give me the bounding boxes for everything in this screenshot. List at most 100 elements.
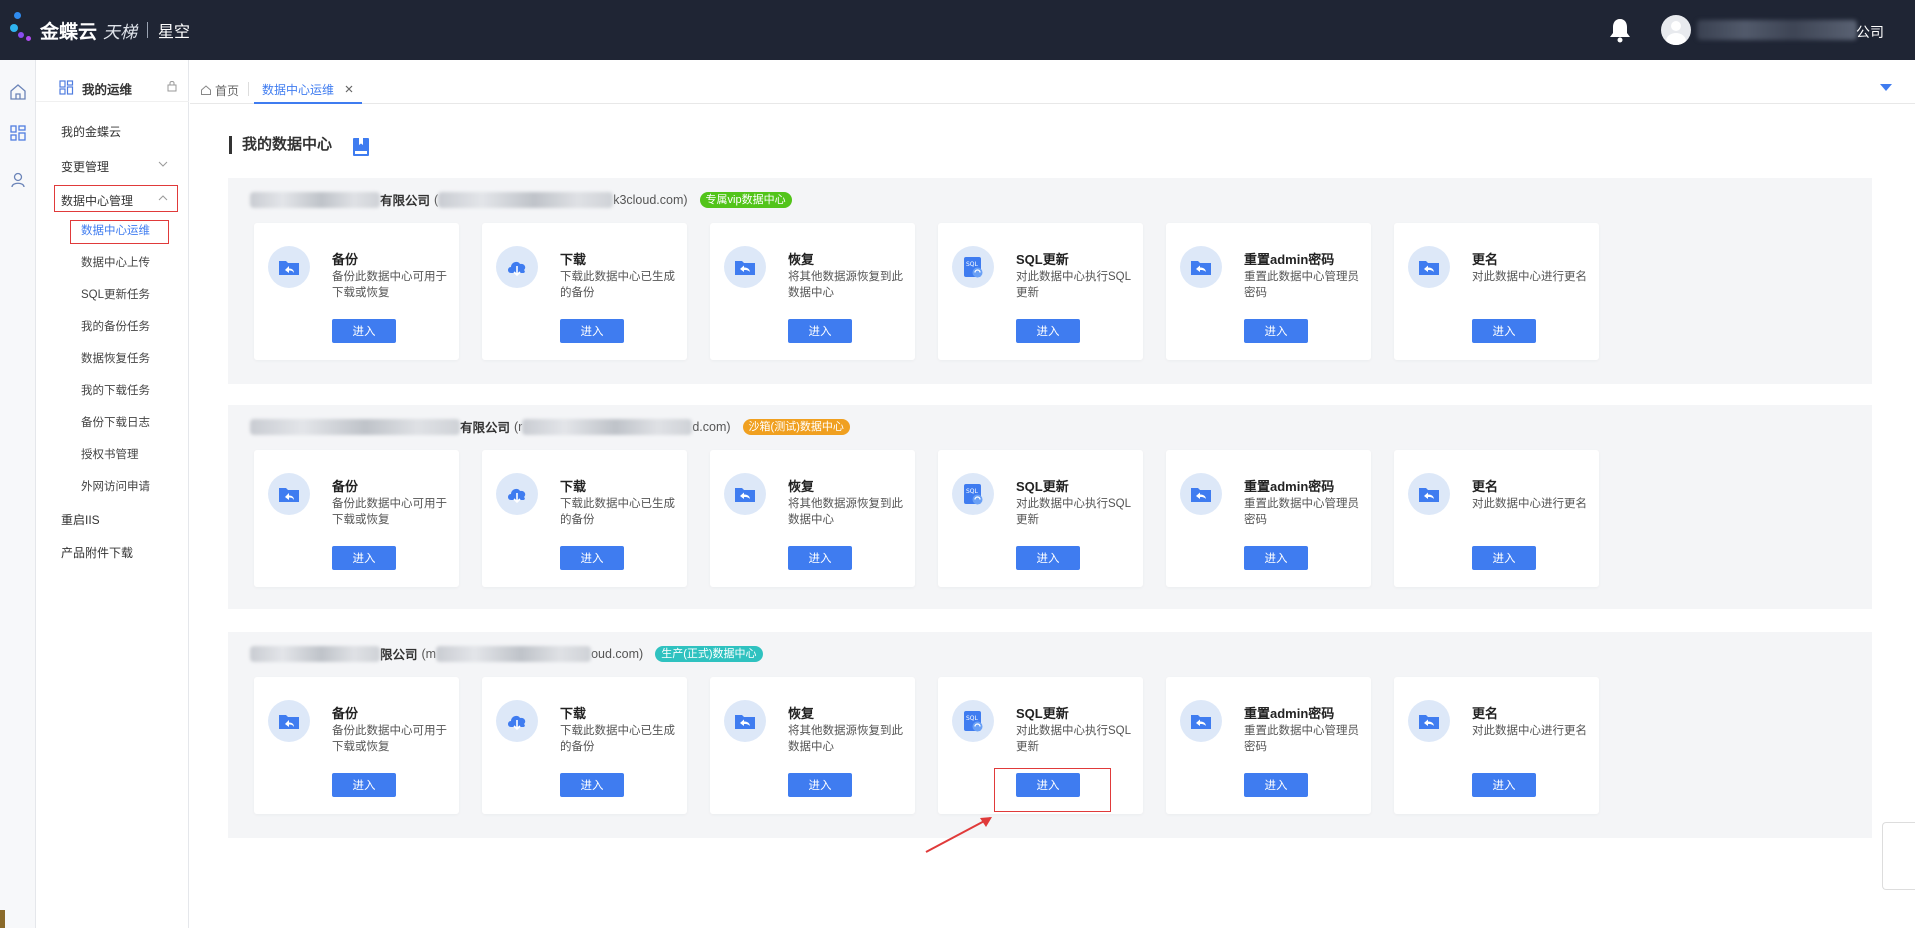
sidebar-subitem-restore-tasks[interactable]: 数据恢复任务 bbox=[81, 350, 150, 366]
datacenter-type-badge: 沙箱(测试)数据中心 bbox=[742, 418, 850, 435]
card-description: 对此数据中心进行更名 bbox=[1472, 271, 1587, 283]
card-backup: 备份 备份此数据中心可用于下载或恢复 进入 bbox=[254, 450, 459, 587]
sidebar-subitem-license-mgmt[interactable]: 授权书管理 bbox=[81, 446, 139, 462]
folder-backup-icon bbox=[268, 700, 310, 742]
sidebar-item-product-downloads[interactable]: 产品附件下载 bbox=[61, 544, 133, 561]
lock-icon[interactable] bbox=[167, 80, 177, 92]
tab-home[interactable]: 首页 bbox=[200, 76, 239, 104]
card-description: 重置此数据中心管理员密码 bbox=[1244, 725, 1359, 753]
sidebar-item-restart-iis[interactable]: 重启IIS bbox=[61, 511, 100, 528]
card-description: 重置此数据中心管理员密码 bbox=[1244, 271, 1359, 299]
datacenter-header: 有限公司 (r d.com) 沙箱(测试)数据中心 bbox=[250, 417, 850, 436]
apps-grid-icon[interactable] bbox=[8, 123, 28, 143]
tabs-dropdown-icon[interactable] bbox=[1880, 84, 1892, 91]
user-icon[interactable] bbox=[8, 170, 28, 190]
sql-update-icon: SQL bbox=[952, 700, 994, 742]
card-title: SQL更新 bbox=[1016, 706, 1069, 721]
sidebar-header: 我的运维 bbox=[36, 60, 189, 102]
sidebar-subitem-backup-download-log[interactable]: 备份下载日志 bbox=[81, 414, 150, 430]
enter-button-reset-admin[interactable]: 进入 bbox=[1244, 773, 1308, 797]
enter-button-download[interactable]: 进入 bbox=[560, 773, 624, 797]
card-description: 将其他数据源恢复到此数据中心 bbox=[788, 725, 903, 753]
card-rename: 更名对此数据中心进行更名进入 bbox=[1394, 223, 1599, 360]
bell-icon[interactable] bbox=[1606, 16, 1634, 44]
book-icon[interactable] bbox=[351, 137, 371, 157]
close-icon[interactable] bbox=[344, 84, 354, 94]
brand-subname: 天梯 bbox=[103, 22, 138, 42]
cloud-download-icon bbox=[496, 473, 538, 515]
datacenter-url-tail: oud.com) bbox=[591, 646, 644, 661]
folder-restore-icon bbox=[724, 473, 766, 515]
datacenter-header: 限公司 (m oud.com) 生产(正式)数据中心 bbox=[250, 644, 763, 663]
sidebar-subitem-datacenter-upload[interactable]: 数据中心上传 bbox=[81, 254, 150, 270]
card-title: SQL更新 bbox=[1016, 252, 1069, 267]
icon-rail bbox=[0, 60, 36, 928]
card-title: 恢复 bbox=[788, 252, 815, 267]
datacenter-url-redacted bbox=[438, 191, 614, 208]
card-backup: 备份 备份此数据中心可用于下载或恢复 进入 bbox=[254, 677, 459, 814]
card-reset-admin: 重置admin密码 重置此数据中心管理员密码 进入 bbox=[1166, 450, 1371, 587]
chevron-down-icon[interactable] bbox=[158, 161, 168, 167]
folder-backup-icon bbox=[268, 246, 310, 288]
card-description: 对此数据中心执行SQL更新 bbox=[1016, 725, 1132, 753]
enter-button-backup[interactable]: 进入 bbox=[332, 546, 396, 570]
datacenter-name-redacted bbox=[250, 645, 380, 662]
card-sql-update: SQL SQL更新对此数据中心执行SQL更新进入 bbox=[938, 223, 1143, 360]
enter-button-restore[interactable]: 进入 bbox=[788, 319, 852, 343]
enter-button-sql-update[interactable]: 进入 bbox=[1016, 546, 1080, 570]
datacenter-name-tail: 限公司 bbox=[380, 648, 418, 662]
card-description: 备份此数据中心可用于下载或恢复 bbox=[332, 271, 447, 299]
svg-text:SQL: SQL bbox=[966, 261, 979, 268]
card-title: 恢复 bbox=[788, 706, 815, 721]
enter-button-rename[interactable]: 进入 bbox=[1472, 546, 1536, 570]
enter-button-reset-admin[interactable]: 进入 bbox=[1244, 319, 1308, 343]
brand-name: 金蝶云 bbox=[40, 21, 98, 43]
tab-bar: 首页 数据中心运维 bbox=[190, 70, 1915, 104]
tab-datacenter-ops[interactable]: 数据中心运维 bbox=[254, 76, 363, 104]
enter-button-restore[interactable]: 进入 bbox=[788, 773, 852, 797]
sidebar-title: 我的运维 bbox=[82, 83, 133, 97]
svg-text:SQL: SQL bbox=[966, 488, 979, 495]
sidebar: 我的运维 我的金蝶云 变更管理 数据中心管理 数据中心运维 数据中心上传 SQL… bbox=[36, 60, 189, 928]
datacenter-name-tail: 有限公司 bbox=[460, 421, 511, 435]
card-title: 更名 bbox=[1472, 252, 1499, 267]
enter-button-rename[interactable]: 进入 bbox=[1472, 319, 1536, 343]
card-title: 下载 bbox=[560, 479, 587, 494]
datacenter-name-redacted bbox=[250, 191, 380, 208]
sidebar-item-my-kingdee[interactable]: 我的金蝶云 bbox=[61, 123, 121, 140]
card-restore: 恢复 将其他数据源恢复到此数据中心 进入 bbox=[710, 223, 915, 360]
card-backup: 备份 备份此数据中心可用于下载或恢复 进入 bbox=[254, 223, 459, 360]
card-description: 重置此数据中心管理员密码 bbox=[1244, 498, 1359, 526]
sidebar-subitem-my-download-tasks[interactable]: 我的下载任务 bbox=[81, 382, 150, 398]
card-description: 对此数据中心进行更名 bbox=[1472, 725, 1587, 737]
card-title: 重置admin密码 bbox=[1244, 252, 1335, 267]
enter-button-restore[interactable]: 进入 bbox=[788, 546, 852, 570]
enter-button-rename[interactable]: 进入 bbox=[1472, 773, 1536, 797]
floating-side-widget[interactable] bbox=[1882, 822, 1915, 890]
card-reset-admin: 重置admin密码 重置此数据中心管理员密码 进入 bbox=[1166, 677, 1371, 814]
sidebar-subitem-sql-update-tasks[interactable]: SQL更新任务 bbox=[81, 286, 150, 302]
tab-datacenter-ops-label: 数据中心运维 bbox=[262, 82, 335, 97]
card-sql-update: SQL SQL更新 对此数据中心执行SQL更新 进入 bbox=[938, 450, 1143, 587]
sidebar-subitem-my-backup-tasks[interactable]: 我的备份任务 bbox=[81, 318, 150, 334]
datacenter-url-head: (m bbox=[421, 646, 437, 661]
datacenter-url-redacted bbox=[522, 418, 693, 435]
datacenter-url-tail: d.com) bbox=[692, 419, 731, 434]
enter-button-download[interactable]: 进入 bbox=[560, 546, 624, 570]
home-icon[interactable] bbox=[8, 82, 28, 102]
folder-rename-icon bbox=[1408, 473, 1450, 515]
enter-button-backup[interactable]: 进入 bbox=[332, 319, 396, 343]
avatar[interactable] bbox=[1661, 15, 1691, 45]
card-description: 对此数据中心执行SQL更新 bbox=[1016, 271, 1132, 299]
sidebar-item-change-mgmt[interactable]: 变更管理 bbox=[61, 158, 109, 175]
enter-button-backup[interactable]: 进入 bbox=[332, 773, 396, 797]
enter-button-download[interactable]: 进入 bbox=[560, 319, 624, 343]
enter-button-sql-update[interactable]: 进入 bbox=[1016, 319, 1080, 343]
sidebar-subitem-external-access[interactable]: 外网访问申请 bbox=[81, 478, 150, 494]
card-description: 备份此数据中心可用于下载或恢复 bbox=[332, 725, 447, 753]
datacenter-type-badge: 专属vip数据中心 bbox=[699, 191, 792, 208]
enter-button-reset-admin[interactable]: 进入 bbox=[1244, 546, 1308, 570]
folder-restore-icon bbox=[724, 246, 766, 288]
brand-logo[interactable]: 金蝶云 天梯 星空 bbox=[10, 10, 190, 50]
folder-reset-icon bbox=[1180, 246, 1222, 288]
